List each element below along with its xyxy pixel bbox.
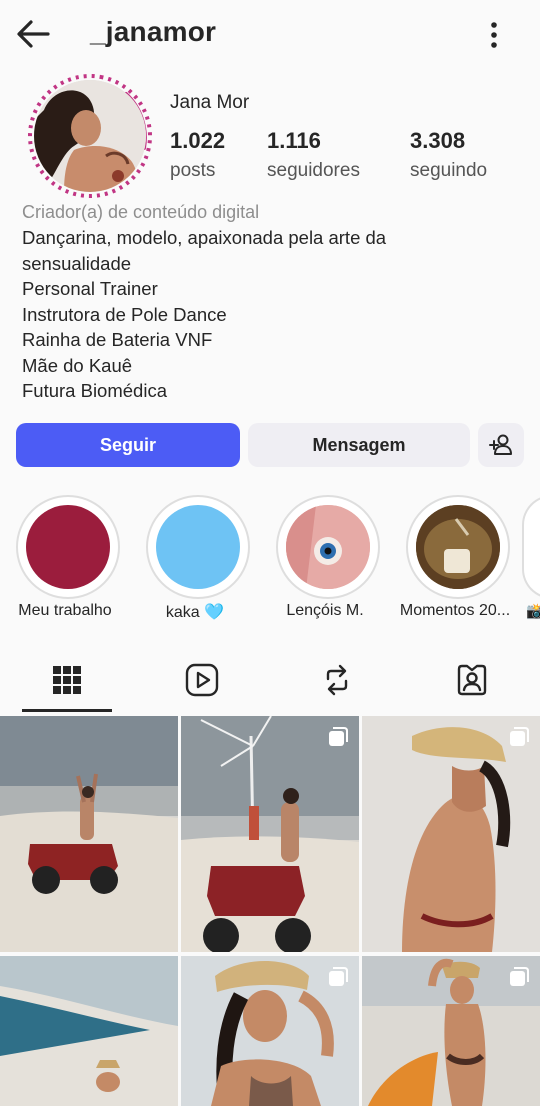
follow-button[interactable]: Seguir bbox=[16, 423, 240, 467]
following-stat[interactable]: 3.308 seguindo bbox=[410, 128, 487, 182]
tab-reels[interactable] bbox=[157, 652, 247, 708]
more-options-icon[interactable] bbox=[480, 18, 508, 52]
add-user-icon bbox=[489, 434, 512, 455]
multiple-photos-icon bbox=[510, 727, 529, 746]
following-count: 3.308 bbox=[410, 128, 466, 153]
message-button[interactable]: Mensagem bbox=[248, 423, 470, 467]
highlight-cover bbox=[26, 505, 110, 589]
reels-icon bbox=[185, 663, 219, 697]
multiple-photos-icon bbox=[329, 727, 348, 746]
bio-line: Futura Biomédica bbox=[22, 380, 167, 401]
posts-count: 1.022 bbox=[170, 128, 226, 153]
profile-avatar[interactable] bbox=[26, 72, 154, 200]
tab-reposts[interactable] bbox=[292, 652, 382, 708]
highlight-label: Lençóis M. bbox=[286, 602, 364, 619]
posts-label: posts bbox=[170, 160, 216, 181]
profile-bio: Criador(a) de conteúdo digital Dançarina… bbox=[22, 200, 522, 404]
highlight-cover bbox=[156, 505, 240, 589]
suggested-users-button[interactable] bbox=[478, 423, 524, 467]
tagged-icon bbox=[457, 664, 487, 696]
followers-count: 1.116 bbox=[267, 128, 321, 153]
post-thumbnail[interactable] bbox=[0, 956, 178, 1106]
followers-label: seguidores bbox=[267, 160, 360, 181]
highlight-partial-icon: 📸 bbox=[526, 603, 540, 620]
story-highlights: Meu trabalho kaka 🩵 Lençóis M. Momentos … bbox=[0, 492, 540, 632]
bio-line: Dançarina, modelo, apaixonada pela arte … bbox=[22, 227, 387, 248]
highlight-ring bbox=[276, 495, 380, 599]
highlight-ring bbox=[146, 495, 250, 599]
display-name: Jana Mor bbox=[170, 92, 250, 113]
highlight-cover bbox=[416, 505, 500, 589]
profile-username: _janamor bbox=[90, 16, 217, 47]
active-tab-indicator bbox=[22, 709, 112, 712]
highlight-label: kaka 🩵 bbox=[165, 604, 225, 621]
post-thumbnail[interactable] bbox=[362, 956, 540, 1106]
post-thumbnail[interactable] bbox=[181, 716, 359, 952]
avatar-photo bbox=[34, 80, 146, 192]
posts-stat[interactable]: 1.022 posts bbox=[170, 128, 225, 182]
reposts-icon bbox=[326, 664, 348, 696]
multiple-photos-icon bbox=[329, 967, 348, 986]
bio-line: Rainha de Bateria VNF bbox=[22, 329, 213, 350]
multiple-photos-icon bbox=[510, 967, 529, 986]
highlight-ring bbox=[16, 495, 120, 599]
highlight-ring bbox=[406, 495, 510, 599]
bio-line: Mãe do Kauê bbox=[22, 354, 133, 376]
grid-icon bbox=[53, 666, 81, 694]
bio-line: Personal Trainer bbox=[22, 278, 158, 299]
post-thumbnail[interactable] bbox=[181, 956, 359, 1106]
highlight-cover bbox=[286, 505, 370, 589]
tab-posts-grid[interactable] bbox=[22, 652, 112, 708]
top-bar: _janamor bbox=[0, 0, 540, 70]
highlight-label: Momentos 20... bbox=[399, 602, 511, 619]
highlight-label: Meu trabalho bbox=[18, 602, 112, 619]
followers-stat[interactable]: 1.116 seguidores bbox=[267, 128, 360, 182]
following-label: seguindo bbox=[410, 160, 488, 181]
bio-line: Instrutora de Pole Dance bbox=[22, 303, 227, 325]
back-arrow-icon[interactable] bbox=[14, 16, 54, 52]
highlight-ring-partial[interactable] bbox=[522, 495, 540, 599]
profile-tabs bbox=[0, 652, 540, 712]
profile-category: Criador(a) de conteúdo digital bbox=[22, 202, 260, 222]
post-thumbnail[interactable] bbox=[0, 716, 178, 952]
bio-line: sensualidade bbox=[22, 252, 132, 274]
post-thumbnail[interactable] bbox=[362, 716, 540, 952]
tab-tagged[interactable] bbox=[427, 652, 517, 708]
